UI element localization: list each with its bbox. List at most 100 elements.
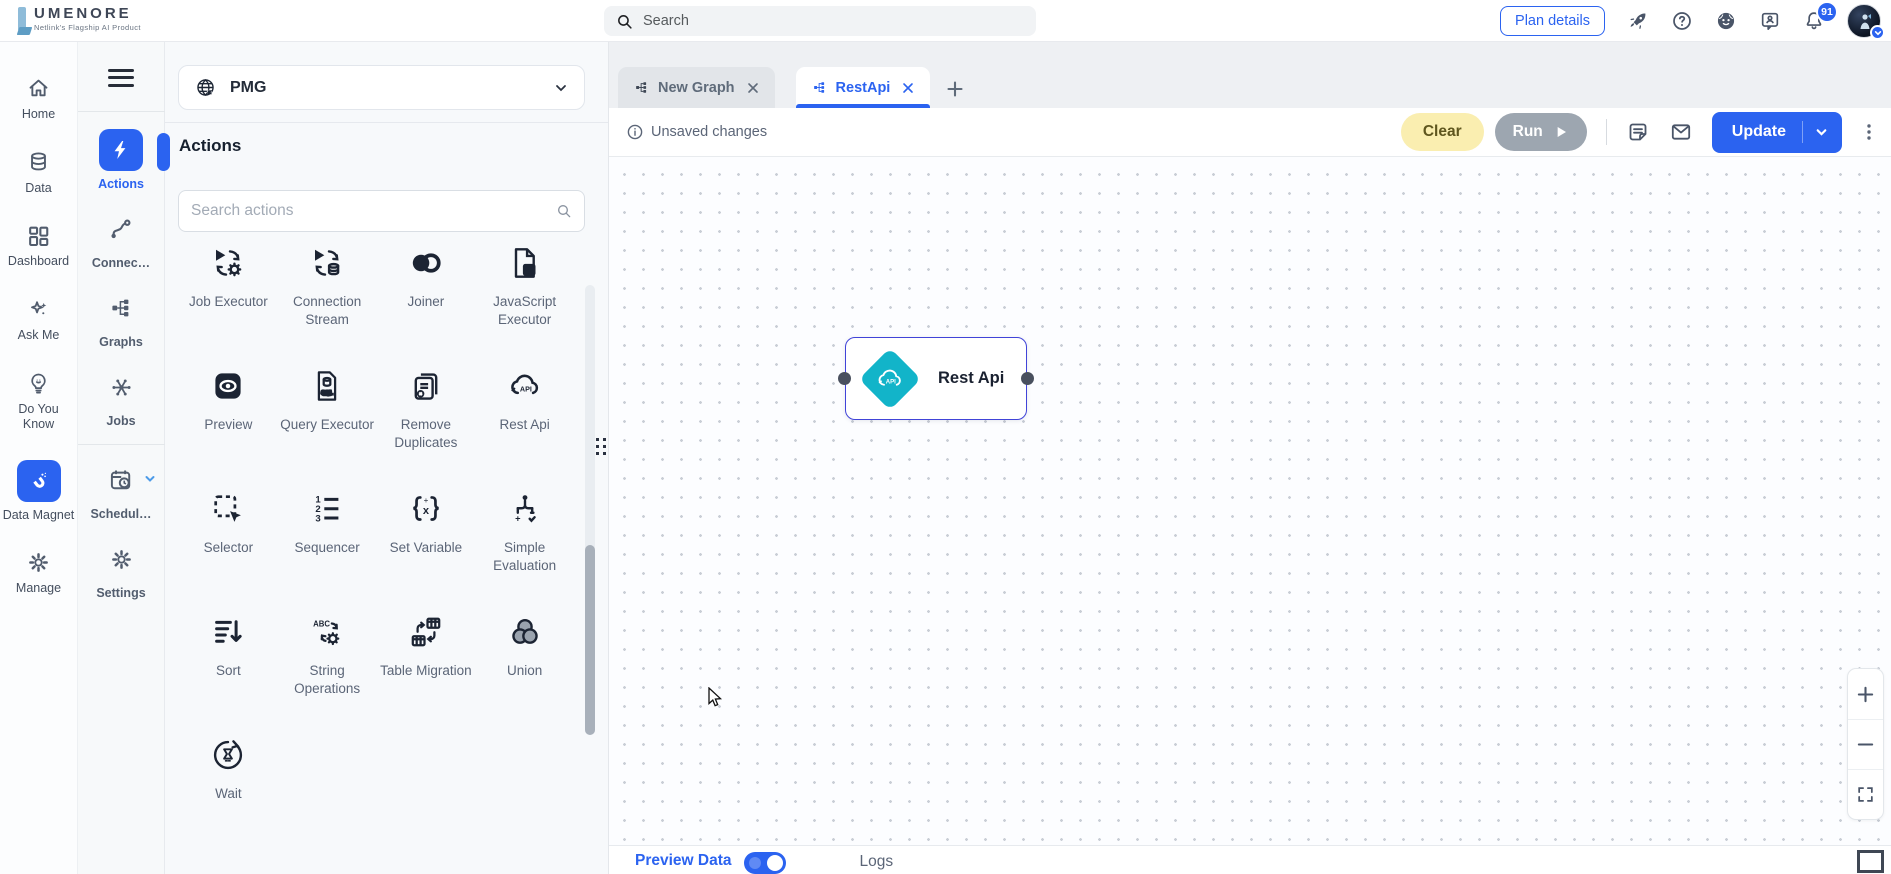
action-tile-selector[interactable]: Selector	[179, 491, 278, 574]
svg-text:JS: JS	[524, 266, 535, 275]
unsaved-status: Unsaved changes	[627, 124, 767, 140]
table-migration-icon	[408, 614, 444, 650]
svg-text:x: x	[423, 505, 430, 517]
action-tile-sort[interactable]: Sort	[179, 614, 278, 697]
action-tile-simple-evaluation[interactable]: + Simple Evaluation	[475, 491, 574, 574]
secondary-nav: Actions Connec… Graphs Jobs Schedul… Set…	[77, 42, 165, 874]
global-search[interactable]	[604, 6, 1036, 36]
action-tile-union[interactable]: Union	[475, 614, 574, 697]
actions-active-indicator	[157, 133, 170, 171]
subnav-item-scheduler[interactable]: Schedul…	[78, 459, 164, 521]
action-tile-connection-stream[interactable]: Connection Stream	[278, 245, 377, 328]
clear-button[interactable]: Clear	[1400, 113, 1484, 151]
union-icon	[507, 614, 543, 650]
notes-icon[interactable]	[1626, 120, 1650, 144]
home-icon	[26, 76, 51, 101]
action-tile-string-operations[interactable]: ABC String Operations	[278, 614, 377, 697]
svg-text:API: API	[886, 379, 896, 385]
assistant-icon[interactable]	[1715, 10, 1737, 32]
rest-api-node[interactable]: API Rest Api	[838, 337, 1034, 420]
action-tile-query-executor[interactable]: SQL Query Executor	[278, 368, 377, 451]
scheduler-chevron-down-icon[interactable]	[144, 473, 156, 485]
update-button[interactable]: Update	[1711, 111, 1842, 153]
rest-api-node-icon: API	[858, 347, 922, 410]
preview-data-label[interactable]: Preview Data	[635, 852, 732, 870]
mail-icon[interactable]	[1669, 120, 1693, 144]
action-tile-wait[interactable]: Wait	[179, 737, 278, 803]
close-tab-icon[interactable]	[902, 82, 914, 94]
minimap-toggle-icon[interactable]	[1857, 850, 1884, 873]
actions-search[interactable]	[178, 190, 585, 232]
action-tile-joiner[interactable]: Joiner	[377, 245, 476, 328]
rocket-icon[interactable]	[1627, 10, 1649, 32]
action-tile-javascript-executor[interactable]: JS JavaScript Executor	[475, 245, 574, 328]
action-tile-rest-api[interactable]: API Rest Api	[475, 368, 574, 451]
bottom-bar: Preview Data Logs	[609, 845, 1891, 874]
graphs-icon	[109, 296, 133, 320]
subnav-item-settings[interactable]: Settings	[78, 538, 164, 600]
nav-item-home[interactable]: Home	[2, 76, 76, 123]
nav-item-dashboard[interactable]: Dashboard	[2, 223, 76, 270]
run-button[interactable]: Run	[1494, 113, 1587, 151]
globe-icon: κ	[195, 77, 216, 98]
tab-new-graph[interactable]: New Graph	[618, 67, 775, 108]
action-tile-job-executor[interactable]: Job Executor	[179, 245, 278, 328]
plan-details-button[interactable]: Plan details	[1500, 6, 1605, 36]
graph-canvas[interactable]: API Rest Api	[609, 157, 1891, 845]
search-input[interactable]	[643, 13, 1024, 29]
action-tile-table-migration[interactable]: Table Migration	[377, 614, 476, 697]
panel-resize-handle[interactable]	[596, 438, 606, 456]
action-tile-remove-duplicates[interactable]: Remove Duplicates	[377, 368, 476, 451]
action-tile-set-variable[interactable]: x + Set Variable	[377, 491, 476, 574]
close-tab-icon[interactable]	[747, 82, 759, 94]
feedback-icon[interactable]	[1759, 10, 1781, 32]
logs-tab[interactable]: Logs	[860, 852, 894, 871]
subnav-item-graphs[interactable]: Graphs	[78, 287, 164, 349]
preview-data-toggle[interactable]	[743, 852, 786, 874]
actions-panel: κ PMG Actions Job Executor Connection St…	[165, 42, 609, 874]
brand-tagline: Netlink's Flagship AI Product	[34, 22, 141, 32]
action-tile-sequencer[interactable]: 123 Sequencer	[278, 491, 377, 574]
fit-screen-icon[interactable]	[1848, 769, 1883, 819]
notifications-icon[interactable]: 91	[1803, 1, 1838, 32]
nav-item-data-magnet[interactable]: Data Magnet	[2, 459, 76, 524]
tab-restapi[interactable]: RestApi	[795, 67, 931, 108]
nav-item-do-you-know[interactable]: Do You Know	[2, 371, 76, 433]
search-icon	[556, 203, 572, 219]
more-options-icon[interactable]	[1861, 123, 1877, 141]
sequencer-icon: 123	[309, 491, 345, 527]
data-magnet-icon	[26, 468, 51, 493]
help-icon[interactable]	[1671, 10, 1693, 32]
action-tile-preview[interactable]: Preview	[179, 368, 278, 451]
subnav-item-jobs[interactable]: Jobs	[78, 366, 164, 428]
svg-text:ABC: ABC	[313, 620, 330, 629]
add-tab-icon[interactable]	[946, 80, 964, 98]
string-operations-icon: ABC	[309, 614, 345, 650]
nav-item-manage[interactable]: Manage	[2, 550, 76, 597]
avatar-chevron-down-icon	[1870, 25, 1885, 40]
joiner-icon	[408, 245, 444, 281]
zoom-out-icon[interactable]	[1848, 719, 1883, 769]
panel-scrollbar-thumb[interactable]	[585, 545, 595, 735]
svg-text:SQL: SQL	[321, 391, 333, 397]
menu-toggle-icon[interactable]	[108, 64, 134, 91]
svg-text:3: 3	[315, 513, 320, 524]
actions-grid: Job Executor Connection Stream Joiner JS…	[179, 245, 574, 803]
subnav-item-connections[interactable]: Connec…	[78, 208, 164, 270]
mouse-cursor	[708, 687, 723, 708]
graph-icon	[634, 80, 649, 95]
actions-search-input[interactable]	[191, 202, 556, 220]
nav-item-ask-me[interactable]: Ask Me	[2, 297, 76, 344]
tab-bar: New Graph RestApi	[609, 42, 1891, 108]
nav-item-data[interactable]: Data	[2, 150, 76, 197]
panel-scrollbar[interactable]	[585, 285, 595, 735]
node-output-port[interactable]	[1021, 372, 1034, 385]
lumenore-logo[interactable]: UMENORE Netlink's Flagship AI Product	[16, 5, 196, 37]
query-executor-icon: SQL	[309, 368, 345, 404]
update-chevron-down-icon[interactable]	[1815, 126, 1828, 139]
avatar[interactable]	[1847, 4, 1885, 40]
workspace-selector[interactable]: κ PMG	[178, 65, 585, 110]
subnav-item-actions[interactable]: Actions	[78, 129, 164, 191]
zoom-in-icon[interactable]	[1848, 669, 1883, 719]
node-input-port[interactable]	[838, 372, 851, 385]
